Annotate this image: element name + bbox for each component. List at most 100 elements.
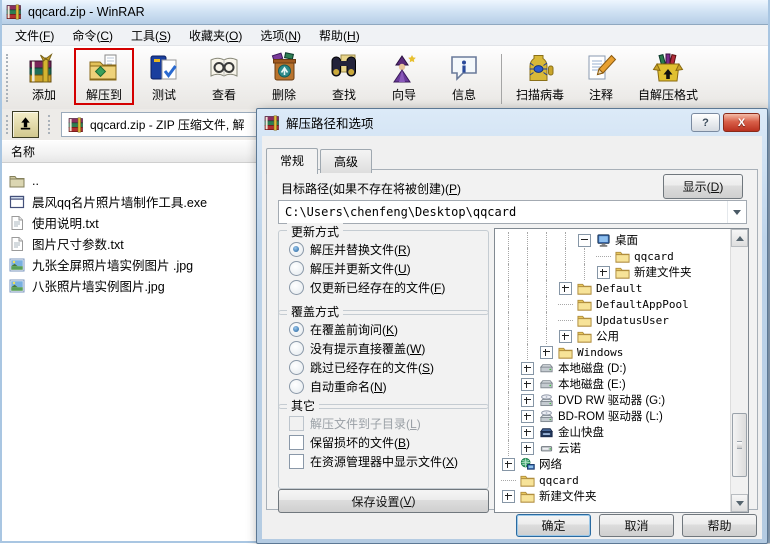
- menu-item-1[interactable]: 命令(C): [63, 25, 122, 46]
- plus-expander-icon[interactable]: [518, 424, 537, 440]
- minus-expander-icon[interactable]: [575, 232, 594, 248]
- tree-guide: [537, 232, 556, 248]
- combo-dropdown-icon[interactable]: [727, 201, 746, 223]
- scrollbar-thumb[interactable]: [732, 413, 747, 477]
- radio-icon[interactable]: [289, 261, 304, 276]
- update-mode-group-title: 更新方式: [287, 223, 344, 240]
- tree-item[interactable]: Default: [495, 280, 748, 296]
- checkbox-icon[interactable]: [289, 416, 304, 431]
- radio-option[interactable]: 仅更新已经存在的文件(F): [279, 278, 488, 297]
- menu-item-4[interactable]: 选项(N): [251, 25, 310, 46]
- radio-option[interactable]: 跳过已经存在的文件(S): [279, 358, 488, 377]
- tab-general[interactable]: 常规: [266, 148, 319, 174]
- scroll-down-icon[interactable]: [731, 494, 748, 512]
- tree-guide: [499, 328, 518, 344]
- plus-expander-icon[interactable]: [537, 344, 556, 360]
- ok-button[interactable]: 确定: [516, 514, 591, 537]
- checkbox-option[interactable]: 保留损坏的文件(B): [279, 433, 488, 452]
- plus-expander-icon[interactable]: [518, 376, 537, 392]
- find-icon: [327, 51, 361, 85]
- toolbar-button-3[interactable]: 查看: [194, 48, 254, 104]
- rebar-grip[interactable]: [48, 115, 52, 134]
- tree-item[interactable]: 桌面: [495, 232, 748, 248]
- save-settings-button[interactable]: 保存设置(V): [278, 489, 489, 513]
- tree-item[interactable]: 网络: [495, 456, 748, 472]
- checkbox-option[interactable]: 在资源管理器中显示文件(X): [279, 452, 488, 471]
- toolbar-button-8[interactable]: 扫描病毒: [509, 48, 571, 104]
- tree-item[interactable]: 本地磁盘 (D:): [495, 360, 748, 376]
- toolbar-button-0[interactable]: 添加: [14, 48, 74, 104]
- radio-icon[interactable]: [289, 379, 304, 394]
- tree-item[interactable]: qqcard: [495, 248, 748, 264]
- help-button[interactable]: 帮助: [682, 514, 757, 537]
- tree-item[interactable]: DVD RW 驱动器 (G:): [495, 392, 748, 408]
- menu-item-5[interactable]: 帮助(H): [310, 25, 369, 46]
- plus-expander-icon[interactable]: [556, 280, 575, 296]
- tab-advanced[interactable]: 高级: [320, 149, 373, 173]
- tree-item[interactable]: 公用: [495, 328, 748, 344]
- destination-folder-tree: 桌面 qqcard 新建文件夹 Default DefaultAppPool Updatu…: [494, 228, 749, 513]
- name-column-header[interactable]: 名称: [11, 143, 35, 160]
- plus-expander-icon[interactable]: [499, 456, 518, 472]
- tree-item[interactable]: 金山快盘: [495, 424, 748, 440]
- tree-item[interactable]: 本地磁盘 (E:): [495, 376, 748, 392]
- toolbar-button-4[interactable]: 删除: [254, 48, 314, 104]
- plus-expander-icon[interactable]: [556, 328, 575, 344]
- plus-expander-icon[interactable]: [518, 408, 537, 424]
- folder-up-button[interactable]: [12, 111, 39, 138]
- view-file-icon: [207, 51, 241, 85]
- plus-expander-icon[interactable]: [518, 440, 537, 456]
- tree-item[interactable]: 云诺: [495, 440, 748, 456]
- radio-icon[interactable]: [289, 322, 304, 337]
- tree-item[interactable]: 新建文件夹: [495, 488, 748, 504]
- sfx-icon: [651, 51, 685, 85]
- tree-item[interactable]: BD-ROM 驱动器 (L:): [495, 408, 748, 424]
- plus-expander-icon[interactable]: [518, 392, 537, 408]
- plus-expander-icon[interactable]: [518, 360, 537, 376]
- tree-item[interactable]: DefaultAppPool: [495, 296, 748, 312]
- tree-item[interactable]: qqcard: [495, 472, 748, 488]
- target-path-label: 目标路径(如果不存在将被创建)(P): [281, 182, 462, 196]
- radio-icon[interactable]: [289, 242, 304, 257]
- radio-icon[interactable]: [289, 280, 304, 295]
- radio-icon[interactable]: [289, 341, 304, 356]
- toolbar-button-5[interactable]: 查找: [314, 48, 374, 104]
- toolbar-button-2[interactable]: 测试: [134, 48, 194, 104]
- tree-guide: [518, 248, 537, 264]
- tree-item[interactable]: 新建文件夹: [495, 264, 748, 280]
- radio-option[interactable]: 在覆盖前询问(K): [279, 320, 488, 339]
- expander-box: [540, 345, 553, 359]
- checkbox-icon[interactable]: [289, 435, 304, 450]
- radio-option[interactable]: 自动重命名(N): [279, 377, 488, 396]
- display-button[interactable]: 显示(D): [663, 174, 743, 199]
- dialog-help-button[interactable]: ?: [691, 113, 720, 132]
- plus-expander-icon[interactable]: [499, 488, 518, 504]
- radio-option[interactable]: 没有提示直接覆盖(W): [279, 339, 488, 358]
- tree-item[interactable]: Windows: [495, 344, 748, 360]
- toolbar-button-1[interactable]: 解压到: [74, 48, 134, 105]
- folder-icon: [576, 296, 593, 312]
- checkbox-option[interactable]: 解压文件到子目录(L): [279, 414, 488, 433]
- scroll-up-icon[interactable]: [731, 229, 748, 247]
- toolbar-button-9[interactable]: 注释: [571, 48, 631, 104]
- plus-expander-icon[interactable]: [594, 264, 613, 280]
- menu-item-2[interactable]: 工具(S): [122, 25, 180, 46]
- checkbox-icon[interactable]: [289, 454, 304, 469]
- tree-item[interactable]: UpdatusUser: [495, 312, 748, 328]
- toolbar-button-10[interactable]: 自解压格式: [631, 48, 705, 104]
- menu-item-3[interactable]: 收藏夹(O): [180, 25, 251, 46]
- toolbar-button-6[interactable]: 向导: [374, 48, 434, 104]
- dialog-close-icon[interactable]: X: [723, 113, 760, 132]
- menu-item-0[interactable]: 文件(F): [6, 25, 63, 46]
- tree-item-label: Default: [596, 281, 643, 295]
- radio-option[interactable]: 解压并替换文件(R): [279, 240, 488, 259]
- tree-guide: [537, 280, 556, 296]
- target-path-value[interactable]: C:\Users\chenfeng\Desktop\qqcard: [279, 201, 727, 223]
- radio-icon[interactable]: [289, 360, 304, 375]
- target-path-combobox[interactable]: C:\Users\chenfeng\Desktop\qqcard: [278, 200, 747, 224]
- cancel-button[interactable]: 取消: [599, 514, 674, 537]
- tree-guide: [499, 248, 518, 264]
- tree-scrollbar[interactable]: [730, 229, 748, 512]
- radio-option[interactable]: 解压并更新文件(U): [279, 259, 488, 278]
- toolbar-button-7[interactable]: 信息: [434, 48, 494, 104]
